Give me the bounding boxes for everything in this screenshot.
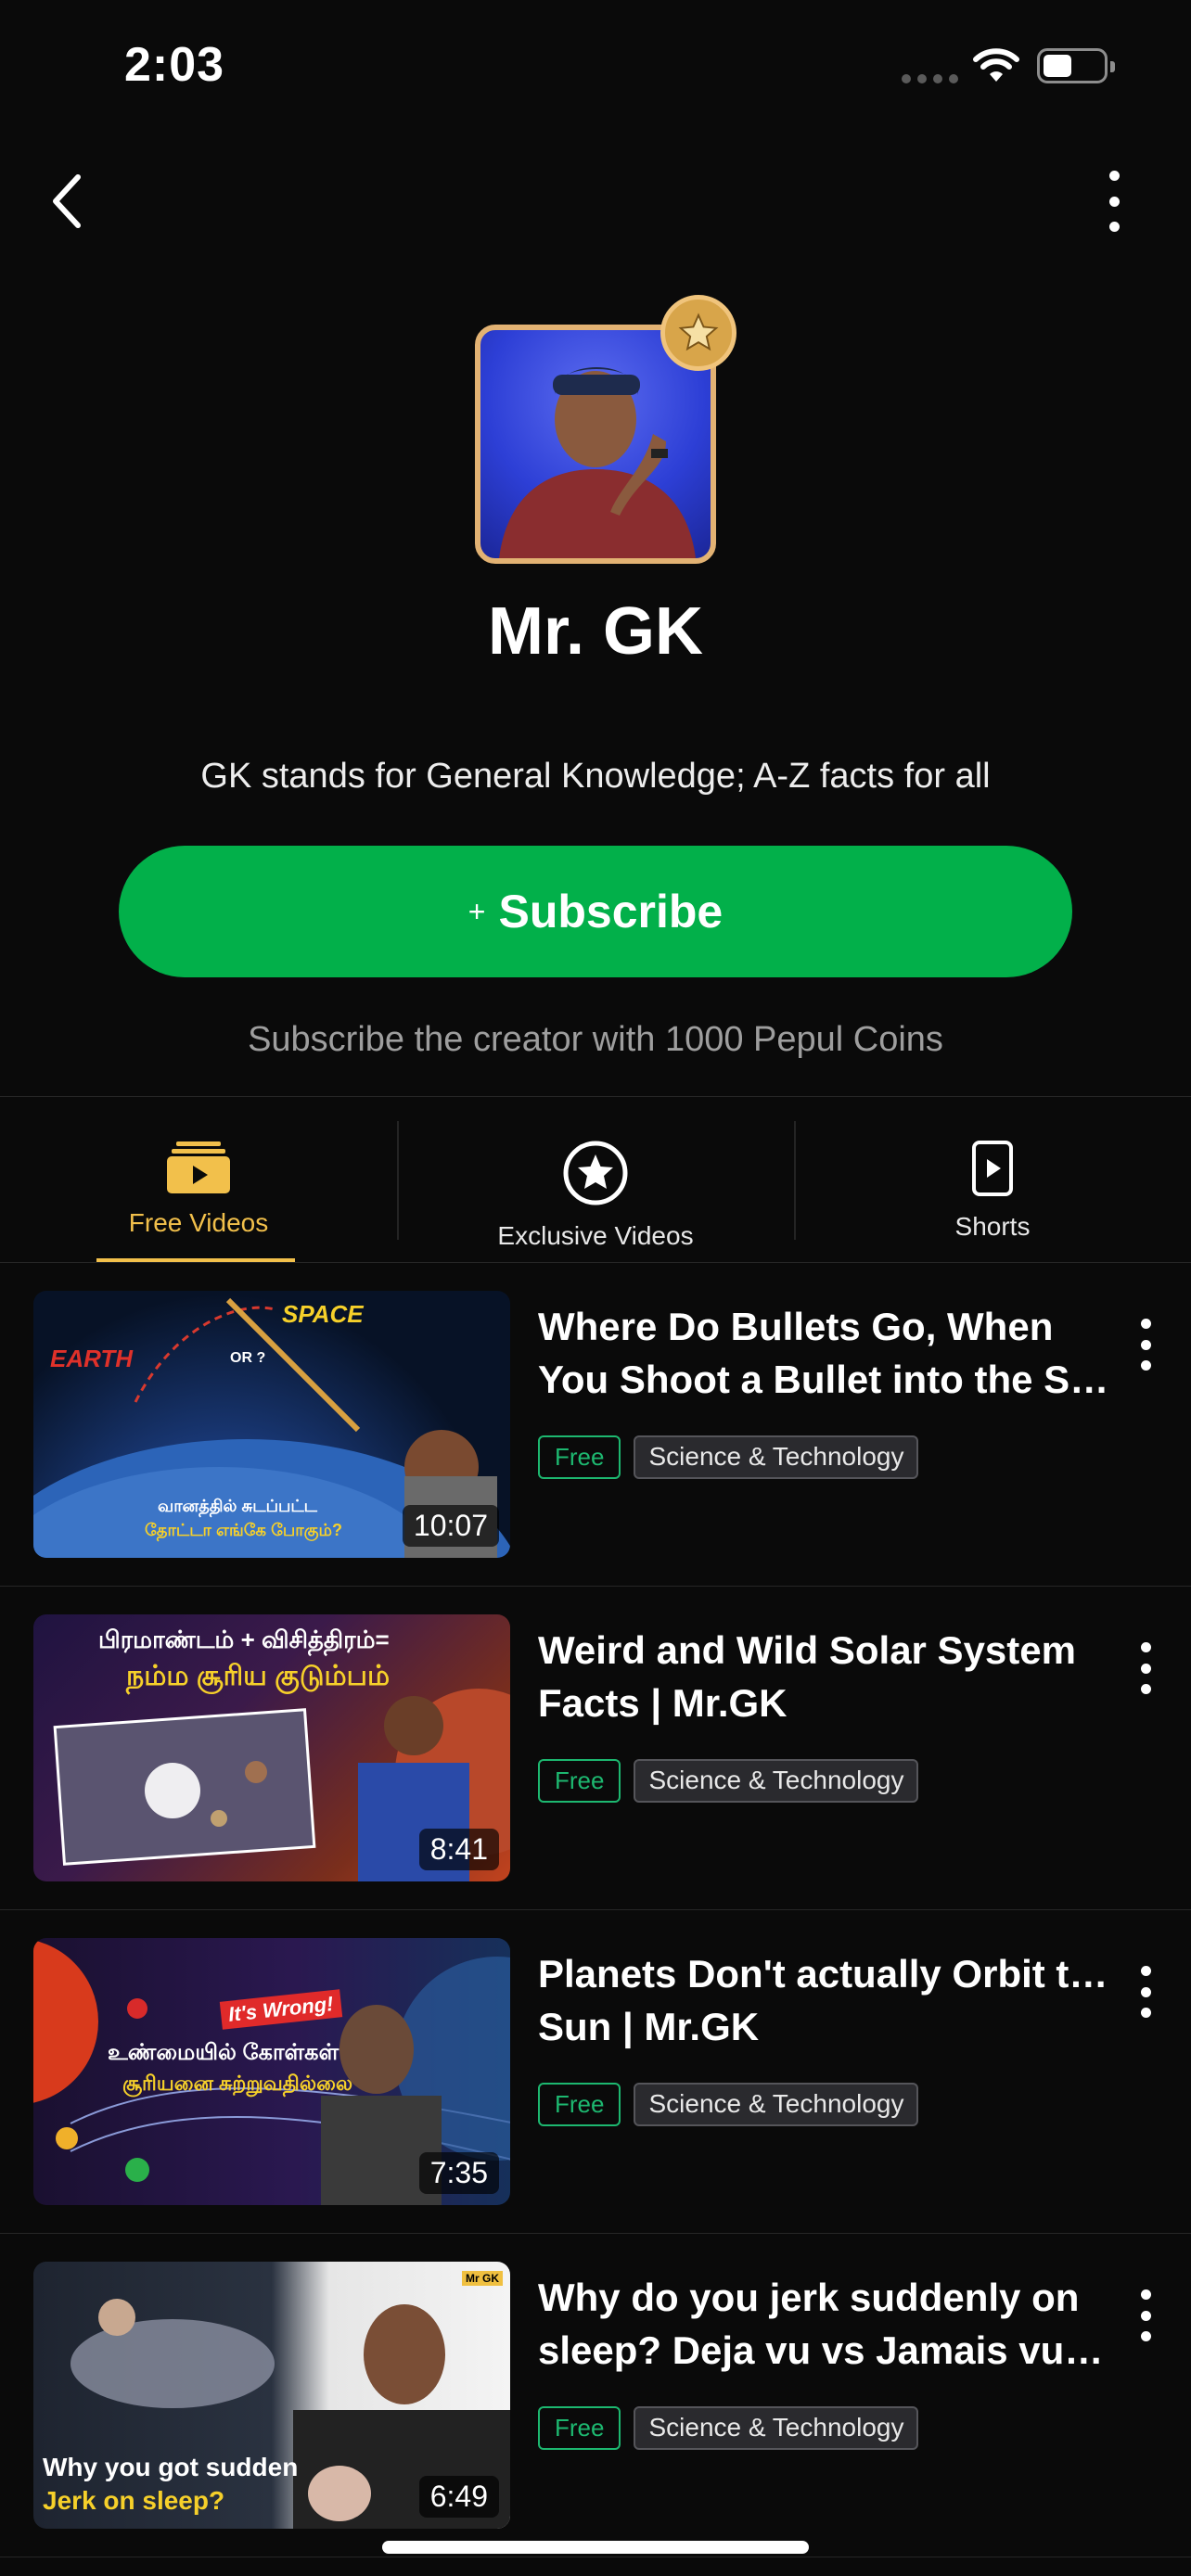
- video-thumbnail[interactable]: It's Wrong! உண்மையில் கோள்கள் சூரியனை சு…: [33, 1938, 510, 2205]
- free-badge: Free: [538, 2083, 621, 2126]
- tab-label: Free Videos: [128, 1208, 269, 1237]
- video-duration: 8:41: [418, 1829, 499, 1870]
- star-circle-icon: [563, 1141, 628, 1205]
- subscribe-note: Subscribe the creator with 1000 Pepul Co…: [248, 1020, 943, 1059]
- video-duration: 6:49: [418, 2476, 499, 2518]
- free-badge: Free: [538, 1435, 621, 1479]
- video-row[interactable]: Mr GK Why you got sudden Jerk on sleep? …: [0, 2234, 1191, 2557]
- category-tag: Science & Technology: [634, 2406, 919, 2450]
- video-thumbnail[interactable]: பிரமாண்டம் + விசித்திரம்= நம்ம சூரிய குட…: [33, 1614, 510, 1881]
- play-card-icon: [972, 1141, 1013, 1196]
- thumbnail-caption: தோட்டா எங்கே போகும்?: [145, 1521, 343, 1539]
- video-thumbnail[interactable]: SPACE EARTH OR ? வானத்தில் சுடப்பட்ட தோட…: [33, 1291, 510, 1558]
- tab-exclusive-videos[interactable]: Exclusive Videos: [397, 1097, 794, 1262]
- thumbnail-caption: உண்மையில் கோள்கள்: [108, 2040, 339, 2065]
- content-tabs: Free Videos Exclusive Videos Shorts: [0, 1096, 1191, 1263]
- star-badge-icon: [660, 295, 736, 371]
- video-title-line: You Shoot a Bullet into the Sk…: [538, 1358, 1113, 1401]
- chevron-left-icon: [53, 174, 81, 228]
- video-title-line: Why do you jerk suddenly on: [538, 2276, 1080, 2319]
- category-tag: Science & Technology: [634, 1435, 919, 1479]
- video-duration: 10:07: [402, 1505, 499, 1547]
- status-time: 2:03: [124, 38, 225, 92]
- video-title-line: Where Do Bullets Go, When: [538, 1305, 1054, 1348]
- thumbnail-caption: OR ?: [230, 1350, 266, 1366]
- back-button[interactable]: [48, 169, 95, 234]
- creator-bio: GK stands for General Knowledge; A-Z fac…: [200, 757, 991, 796]
- video-title-line: Weird and Wild Solar System: [538, 1628, 1076, 1672]
- video-more-button[interactable]: [1141, 2289, 1151, 2341]
- video-list: SPACE EARTH OR ? வானத்தில் சுடப்பட்ட தோட…: [0, 1263, 1191, 2557]
- thumbnail-caption: வானத்தில் சுடப்பட்ட: [158, 1497, 318, 1515]
- home-indicator[interactable]: [382, 2541, 809, 2554]
- cellular-signal-icon: [902, 74, 958, 83]
- video-thumbnail[interactable]: Mr GK Why you got sudden Jerk on sleep? …: [33, 2262, 510, 2529]
- thumbnail-caption: SPACE: [282, 1300, 364, 1328]
- video-title-line: Planets Don't actually Orbit the: [538, 1952, 1113, 1996]
- tab-free-videos[interactable]: Free Videos: [0, 1097, 397, 1262]
- video-row[interactable]: It's Wrong! உண்மையில் கோள்கள் சூரியனை சு…: [0, 1910, 1191, 2234]
- thumbnail-caption: Why you got sudden: [43, 2453, 299, 2481]
- more-options-button[interactable]: [1100, 171, 1128, 232]
- video-more-button[interactable]: [1141, 1319, 1151, 1371]
- video-title[interactable]: Where Do Bullets Go, When You Shoot a Bu…: [538, 1300, 1113, 1406]
- tab-label: Shorts: [954, 1212, 1031, 1241]
- thumbnail-caption: Mr GK: [462, 2271, 503, 2286]
- category-tag: Science & Technology: [634, 1759, 919, 1803]
- thumbnail-caption: நம்ம சூரிய குடும்பம்: [126, 1661, 391, 1691]
- tab-shorts[interactable]: Shorts: [794, 1097, 1191, 1262]
- category-tag: Science & Technology: [634, 2083, 919, 2126]
- subscribe-label: Subscribe: [498, 886, 724, 937]
- video-more-button[interactable]: [1141, 1966, 1151, 2018]
- subscribe-button[interactable]: + Subscribe: [119, 846, 1072, 977]
- video-tags: Free Science & Technology: [538, 2083, 919, 2126]
- video-title-line: Sun | Mr.GK: [538, 2005, 760, 2048]
- video-tags: Free Science & Technology: [538, 2406, 919, 2450]
- plus-icon: +: [467, 894, 486, 928]
- video-title-line: sleep? Deja vu vs Jamais vu |…: [538, 2328, 1113, 2372]
- free-badge: Free: [538, 2406, 621, 2450]
- wifi-icon: [973, 48, 1019, 82]
- status-bar: 2:03: [0, 0, 1191, 139]
- thumbnail-caption: Jerk on sleep?: [43, 2486, 225, 2515]
- video-tags: Free Science & Technology: [538, 1759, 919, 1803]
- free-badge: Free: [538, 1759, 621, 1803]
- creator-name: Mr. GK: [487, 594, 704, 669]
- video-more-button[interactable]: [1141, 1642, 1151, 1694]
- video-title[interactable]: Planets Don't actually Orbit the Sun | M…: [538, 1947, 1113, 2053]
- battery-icon: [1037, 48, 1115, 83]
- tab-label: Exclusive Videos: [497, 1221, 694, 1250]
- video-title[interactable]: Why do you jerk suddenly on sleep? Deja …: [538, 2271, 1113, 2377]
- video-title[interactable]: Weird and Wild Solar System Facts | Mr.G…: [538, 1624, 1113, 1729]
- video-row[interactable]: பிரமாண்டம் + விசித்திரம்= நம்ம சூரிய குட…: [0, 1587, 1191, 1910]
- video-duration: 7:35: [418, 2152, 499, 2194]
- video-title-line: Facts | Mr.GK: [538, 1681, 788, 1725]
- thumbnail-caption: சூரியனை சுற்றுவதில்லை: [122, 2072, 353, 2095]
- thumbnail-caption: EARTH: [50, 1345, 134, 1372]
- video-folder-icon: [167, 1141, 230, 1193]
- thumbnail-caption: பிரமாண்டம் + விசித்திரம்=: [98, 1626, 390, 1653]
- video-tags: Free Science & Technology: [538, 1435, 919, 1479]
- video-row[interactable]: SPACE EARTH OR ? வானத்தில் சுடப்பட்ட தோட…: [0, 1263, 1191, 1587]
